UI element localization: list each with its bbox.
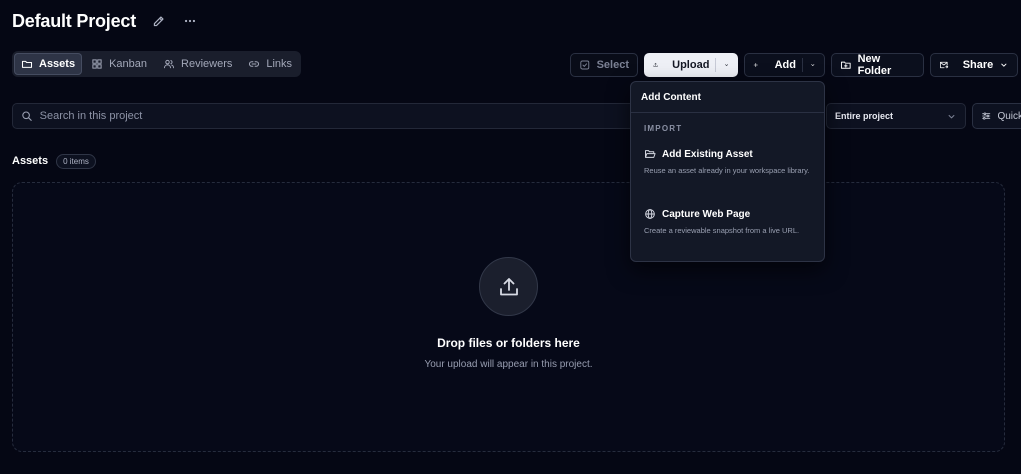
tab-links-label: Links [266,58,293,70]
share-mail-icon [940,61,949,69]
upload-icon [499,277,518,295]
menu-item-label: Add Existing Asset [662,148,753,160]
users-icon [164,59,175,69]
search-icon [22,111,32,121]
quick-filter-label: Quick [997,110,1021,122]
add-content-menu: Add Content IMPORT Add Existing Asset Re… [630,81,825,262]
chevron-down-icon [1001,63,1007,67]
tab-kanban-label: Kanban [109,58,148,70]
pencil-icon [153,15,164,26]
tab-reviewers[interactable]: Reviewers [156,53,239,75]
upload-dropzone[interactable] [12,182,1005,452]
tab-kanban[interactable]: Kanban [84,53,154,75]
folder-plus-icon [840,61,851,69]
scope-select-value: Entire project [835,111,894,121]
sliders-icon [982,112,991,120]
share-button-label: Share [962,59,994,71]
upload-icon [653,63,658,67]
search-input[interactable] [39,110,643,122]
assets-header: Assets 0 items [12,153,96,169]
menu-item-capture-web-page[interactable]: Capture Web Page Create a reviewable sna… [639,204,817,241]
assets-section-title: Assets [12,155,49,167]
checkbox-icon [580,60,590,70]
upload-button-label: Upload [672,59,710,71]
tab-links[interactable]: Links [241,53,299,75]
add-button[interactable]: Add [744,53,825,77]
tab-assets[interactable]: Assets [14,53,83,75]
select-button-label: Select [596,59,629,71]
more-horizontal-icon [184,19,196,23]
assets-count-badge: 0 items [56,153,96,169]
chevron-down-icon [725,64,728,66]
grid-icon [92,59,102,69]
quick-filter-button[interactable]: Quick [972,103,1021,129]
menu-divider [631,112,824,113]
menu-item-add-existing-asset[interactable]: Add Existing Asset Reuse an asset alread… [639,144,817,181]
new-folder-button[interactable]: New Folder [831,53,924,77]
view-tabs: Assets Kanban Reviewers Links [12,51,302,77]
page-title: Default Project [12,10,137,31]
share-button[interactable]: Share [930,53,1018,77]
globe-icon [645,209,655,219]
scope-select[interactable]: Entire project [826,103,966,129]
upload-button[interactable]: Upload [644,53,738,77]
menu-section-import: IMPORT [644,124,683,133]
more-options-button[interactable] [180,11,200,31]
chevron-down-icon [948,114,955,118]
edit-title-button[interactable] [148,11,168,31]
dropzone-upload-button[interactable] [479,257,538,316]
link-icon [249,61,260,67]
menu-item-description: Create a reviewable snapshot from a live… [644,226,800,235]
folder-icon [21,60,33,68]
tab-reviewers-label: Reviewers [181,58,233,70]
menu-item-description: Reuse an asset already in your workspace… [644,166,810,175]
add-button-label: Add [774,59,796,71]
chevron-down-icon [811,64,815,66]
title-row: Default Project [12,8,200,34]
dropzone-subtitle: Your upload will appear in this project. [424,359,593,370]
menu-title: Add Content [641,92,701,103]
new-folder-button-label: New Folder [857,53,892,77]
menu-item-label: Capture Web Page [662,208,751,220]
select-button[interactable]: Select [570,53,638,77]
dropzone-title: Drop files or folders here [437,336,580,350]
tab-assets-label: Assets [39,58,76,70]
plus-icon [753,62,758,68]
folder-open-icon [645,150,656,158]
search-bar [12,103,652,129]
